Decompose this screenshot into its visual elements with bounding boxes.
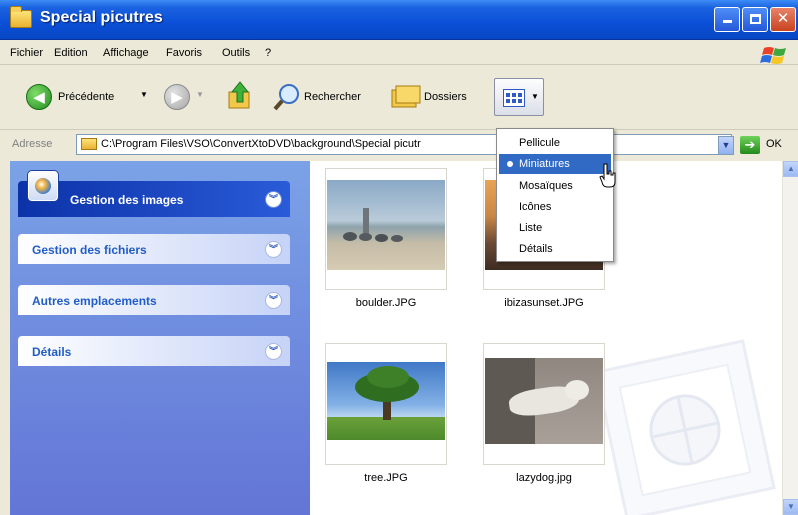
file-name[interactable]: tree.JPG [306, 472, 466, 484]
folder-icon [81, 138, 97, 150]
vertical-scrollbar[interactable]: ▲ ▼ [782, 161, 798, 515]
scroll-down-icon[interactable]: ▼ [783, 499, 798, 515]
explorer-window: Special picutres ✕ Fichier Edition Affic… [0, 0, 798, 515]
address-path: C:\Program Files\VSO\ConvertXtoDVD\backg… [101, 138, 421, 150]
chevron-down-icon[interactable]: ︾ [265, 343, 282, 360]
minimize-button[interactable] [714, 7, 740, 32]
views-dropdown-icon: ▼ [531, 92, 539, 101]
radio-bullet-icon [507, 161, 513, 167]
maximize-button[interactable] [742, 7, 768, 32]
chevron-down-icon[interactable]: ︾ [265, 241, 282, 258]
folders-button-label[interactable]: Dossiers [424, 91, 467, 103]
views-menu: Pellicule Miniatures Mosaïques Icônes Li… [496, 128, 614, 262]
minimize-icon [722, 20, 732, 23]
back-dropdown-icon[interactable]: ▼ [140, 90, 148, 99]
menu-favoris[interactable]: Favoris [166, 47, 202, 59]
task-group-title: Autres emplacements [32, 294, 157, 308]
title-bar[interactable]: Special picutres ✕ [0, 0, 798, 40]
window-title: Special picutres [40, 9, 163, 26]
boulder-image [327, 180, 445, 270]
thumbnail-lazydog[interactable] [483, 343, 605, 465]
task-group-files[interactable]: Gestion des fichiers ︾ [18, 234, 290, 264]
address-input[interactable]: C:\Program Files\VSO\ConvertXtoDVD\backg… [76, 134, 732, 155]
file-name[interactable]: lazydog.jpg [464, 472, 624, 484]
hand-cursor-icon [599, 163, 616, 188]
task-group-images[interactable]: Gestion des images ︾ [18, 181, 290, 217]
scroll-up-icon[interactable]: ▲ [783, 161, 798, 177]
menu-help[interactable]: ? [265, 47, 271, 59]
task-group-title: Détails [32, 345, 72, 359]
menu-item-icones[interactable]: Icônes [499, 197, 611, 217]
address-bar: Adresse C:\Program Files\VSO\ConvertXtoD… [0, 131, 798, 159]
address-dropdown-icon[interactable]: ▼ [718, 136, 734, 155]
go-label[interactable]: OK [766, 138, 782, 150]
lazydog-image [485, 358, 603, 444]
back-arrow-icon[interactable]: ◀ [26, 84, 52, 110]
close-button[interactable]: ✕ [770, 7, 796, 32]
menu-item-miniatures[interactable]: Miniatures [499, 154, 611, 174]
task-group-title: Gestion des fichiers [32, 243, 147, 257]
menu-item-label: Miniatures [519, 158, 570, 170]
folders-icon[interactable] [390, 82, 422, 110]
views-button[interactable]: ▼ [494, 78, 544, 116]
thumbnail-boulder[interactable] [325, 168, 447, 290]
forward-dropdown-icon[interactable]: ▼ [196, 90, 204, 99]
file-name[interactable]: ibizasunset.JPG [464, 297, 624, 309]
chevron-down-icon[interactable]: ︾ [265, 191, 282, 208]
go-arrow-icon[interactable]: ➔ [740, 136, 760, 154]
menu-outils[interactable]: Outils [222, 47, 250, 59]
tree-image [327, 362, 445, 440]
up-folder-icon[interactable] [226, 80, 254, 112]
menu-item-pellicule[interactable]: Pellicule [499, 133, 611, 153]
folder-icon [10, 6, 32, 28]
menu-item-details[interactable]: Détails [499, 239, 611, 259]
picture-task-icon [28, 171, 58, 201]
menu-affichage[interactable]: Affichage [103, 47, 149, 59]
toolbar: ◀ Précédente ▼ ▶ ▼ Rechercher Dossiers ▼ [0, 66, 798, 130]
search-button-label[interactable]: Rechercher [304, 91, 361, 103]
menu-item-liste[interactable]: Liste [499, 218, 611, 238]
back-button-label[interactable]: Précédente [58, 91, 114, 103]
maximize-icon [749, 14, 761, 24]
close-icon: ✕ [776, 10, 790, 27]
picture-folder-watermark-icon [594, 339, 776, 515]
windows-logo-icon [760, 47, 786, 64]
menu-fichier[interactable]: Fichier [10, 47, 43, 59]
address-label: Adresse [12, 138, 53, 150]
thumbnail-tree[interactable] [325, 343, 447, 465]
menu-edition[interactable]: Edition [54, 47, 88, 59]
file-name[interactable]: boulder.JPG [306, 297, 466, 309]
task-group-other-places[interactable]: Autres emplacements ︾ [18, 285, 290, 315]
forward-arrow-icon[interactable]: ▶ [164, 84, 190, 110]
chevron-down-icon[interactable]: ︾ [265, 292, 282, 309]
task-group-title: Gestion des images [70, 193, 184, 207]
task-group-details[interactable]: Détails ︾ [18, 336, 290, 366]
search-icon[interactable] [272, 82, 302, 112]
views-icon [503, 89, 525, 107]
menu-bar: Fichier Edition Affichage Favoris Outils… [0, 41, 798, 65]
menu-item-mosaiques[interactable]: Mosaïques [499, 176, 611, 196]
